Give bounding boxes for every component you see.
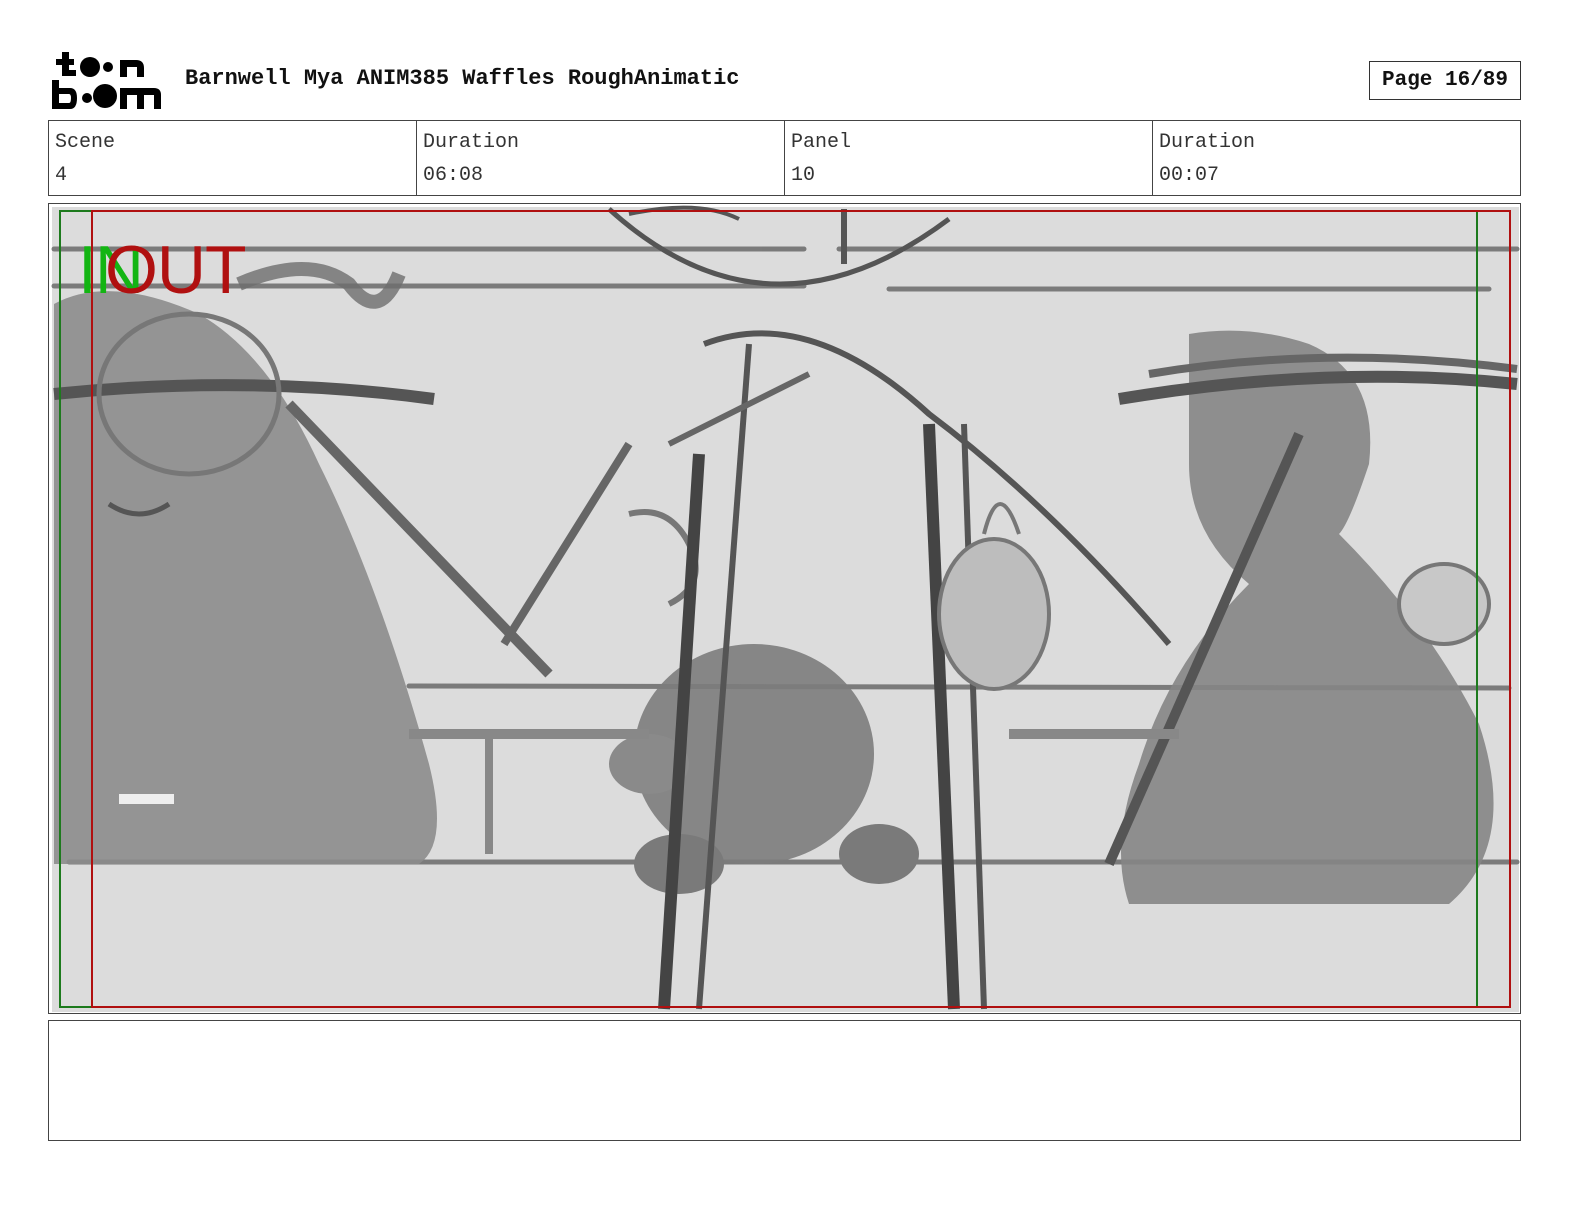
scene-value: 4 bbox=[55, 164, 68, 187]
page-number: Page 16/89 bbox=[1369, 61, 1521, 100]
document-title: Barnwell Mya ANIM385 Waffles RoughAnimat… bbox=[185, 66, 740, 91]
panel-duration-value: 00:07 bbox=[1159, 164, 1220, 187]
panel-label: Panel bbox=[791, 131, 852, 154]
panel-value: 10 bbox=[791, 164, 816, 187]
sketch-drawing bbox=[51, 205, 1520, 1012]
panel-notes-box bbox=[48, 1020, 1521, 1141]
scene-duration-value: 06:08 bbox=[423, 164, 484, 187]
scene-duration-label: Duration bbox=[423, 131, 520, 154]
toon-boom-logo bbox=[50, 50, 165, 112]
scene-duration-cell: Duration 06:08 bbox=[417, 121, 785, 195]
scene-cell: Scene 4 bbox=[49, 121, 417, 195]
scene-label: Scene bbox=[55, 131, 116, 154]
panel-info-table: Scene 4 Duration 06:08 Panel 10 Duration… bbox=[48, 120, 1521, 196]
panel-duration-cell: Duration 00:07 bbox=[1153, 121, 1520, 195]
out-marker: OUT bbox=[105, 232, 247, 308]
panel-cell: Panel 10 bbox=[785, 121, 1153, 195]
panel-duration-label: Duration bbox=[1159, 131, 1256, 154]
storyboard-frame bbox=[48, 203, 1521, 1014]
